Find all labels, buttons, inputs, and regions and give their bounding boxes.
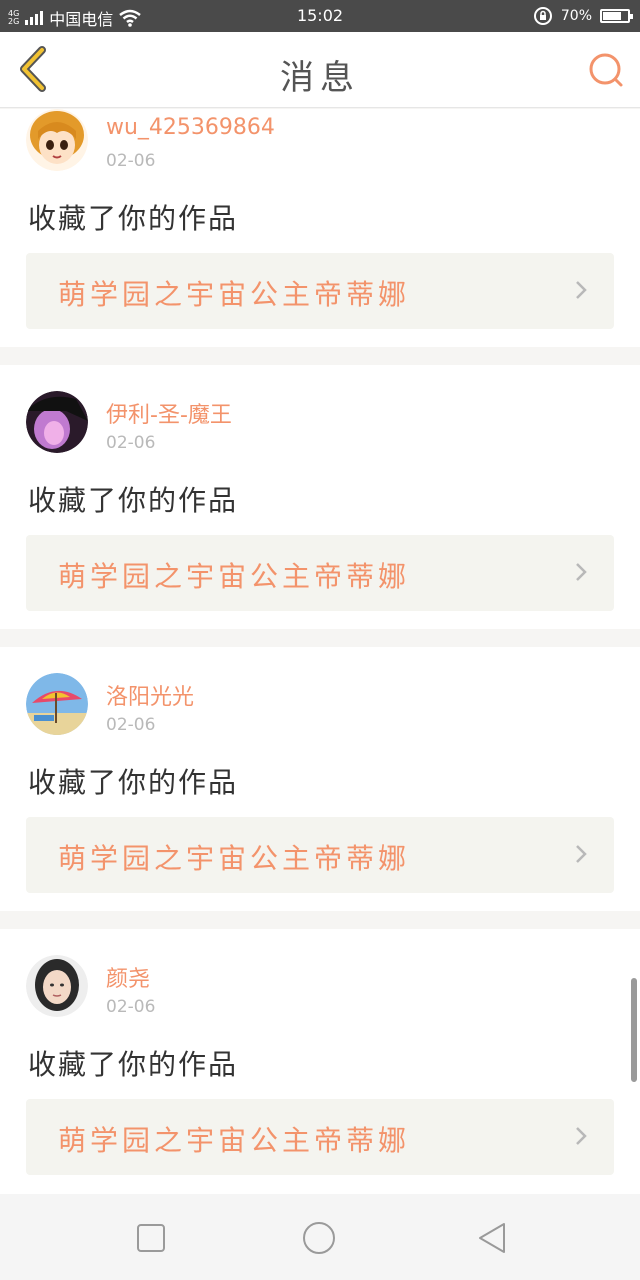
message-date: 02-06 <box>106 715 156 735</box>
battery-percent: 70% <box>560 8 592 24</box>
chevron-right-icon <box>576 281 587 299</box>
work-link[interactable]: 萌学园之宇宙公主帝蒂娜 <box>26 253 614 329</box>
avatar[interactable] <box>26 673 88 735</box>
rotation-lock-icon <box>533 7 552 25</box>
action-text: 收藏了你的作品 <box>28 202 239 235</box>
username[interactable]: 颜尧 <box>106 961 150 993</box>
triangle-back-icon[interactable] <box>474 1220 510 1256</box>
square-recent-icon[interactable] <box>133 1220 169 1256</box>
work-title: 萌学园之宇宙公主帝蒂娜 <box>58 1124 411 1157</box>
list-item: wu_425369864 02-06 收藏了你的作品 萌学园之宇宙公主帝蒂娜 <box>0 109 640 347</box>
username[interactable]: wu_425369864 <box>106 115 275 140</box>
work-title: 萌学园之宇宙公主帝蒂娜 <box>58 560 411 593</box>
scrollbar[interactable] <box>631 978 637 1082</box>
work-link[interactable]: 萌学园之宇宙公主帝蒂娜 <box>26 1099 614 1175</box>
action-text: 收藏了你的作品 <box>28 484 239 517</box>
list-item: 洛阳光光 02-06 收藏了你的作品 萌学园之宇宙公主帝蒂娜 <box>0 647 640 911</box>
work-title: 萌学园之宇宙公主帝蒂娜 <box>58 278 411 311</box>
avatar[interactable] <box>26 109 88 171</box>
circle-home-icon[interactable] <box>301 1220 337 1256</box>
action-text: 收藏了你的作品 <box>28 766 239 799</box>
username[interactable]: 洛阳光光 <box>106 679 194 711</box>
work-title: 萌学园之宇宙公主帝蒂娜 <box>58 842 411 875</box>
action-text: 收藏了你的作品 <box>28 1048 239 1081</box>
status-bar: 4G 2G 中国电信 15:02 70% <box>0 0 640 32</box>
avatar[interactable] <box>26 955 88 1017</box>
system-nav-bar <box>0 1194 640 1280</box>
work-link[interactable]: 萌学园之宇宙公主帝蒂娜 <box>26 817 614 893</box>
avatar[interactable] <box>26 391 88 453</box>
list-item: 伊利-圣-魔王 02-06 收藏了你的作品 萌学园之宇宙公主帝蒂娜 <box>0 365 640 629</box>
message-date: 02-06 <box>106 997 156 1017</box>
app-header: 消息 <box>0 32 640 108</box>
work-link[interactable]: 萌学园之宇宙公主帝蒂娜 <box>26 535 614 611</box>
battery-icon <box>600 9 633 23</box>
page-title: 消息 <box>280 58 360 98</box>
list-item: 颜尧 02-06 收藏了你的作品 萌学园之宇宙公主帝蒂娜 <box>0 929 640 1194</box>
chevron-right-icon <box>576 563 587 581</box>
message-date: 02-06 <box>106 151 156 171</box>
chevron-right-icon <box>576 1127 587 1145</box>
search-icon[interactable] <box>586 50 626 90</box>
message-date: 02-06 <box>106 433 156 453</box>
chevron-right-icon <box>576 845 587 863</box>
message-list[interactable]: wu_425369864 02-06 收藏了你的作品 萌学园之宇宙公主帝蒂娜 伊… <box>0 109 640 1194</box>
status-right: 70% <box>533 6 633 26</box>
username[interactable]: 伊利-圣-魔王 <box>106 397 232 429</box>
